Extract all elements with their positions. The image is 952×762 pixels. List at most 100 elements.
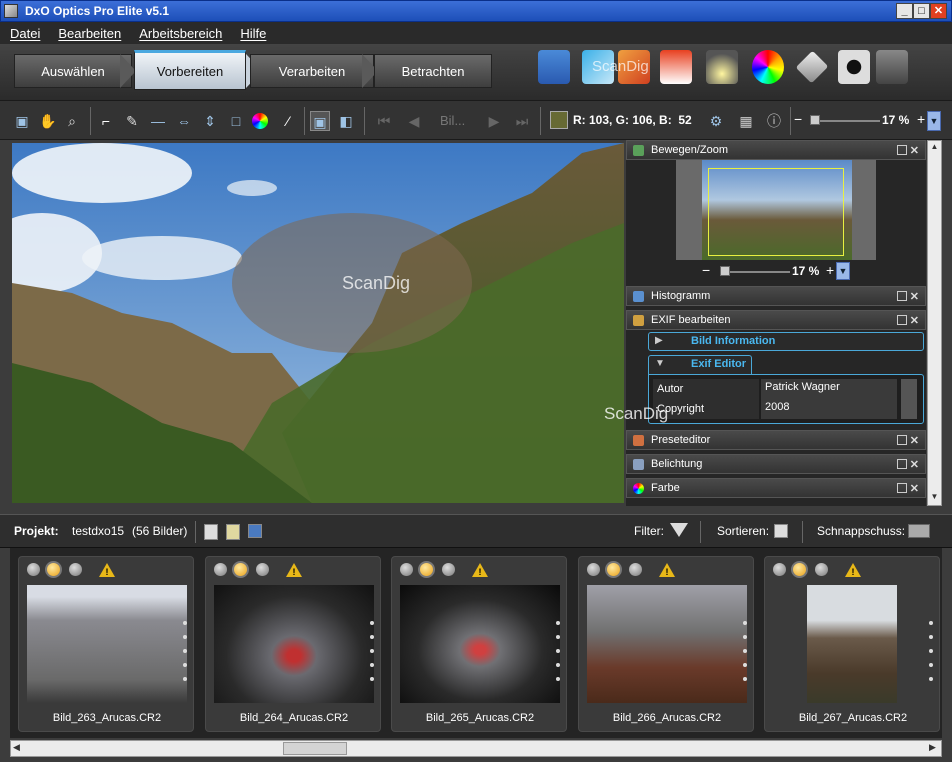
panel-zoom-slider[interactable] [720, 271, 790, 273]
settings-gear-icon[interactable]: ⚙ [706, 111, 726, 131]
selected-dot-icon[interactable] [418, 561, 435, 578]
thumbnail-card[interactable]: ! Bild_264_Arucas.CR2 [205, 556, 381, 732]
zoom-tool-icon[interactable]: ⌕ [62, 111, 82, 131]
undock-icon[interactable] [897, 291, 907, 301]
zoom-slider-handle[interactable] [810, 115, 820, 125]
thumbnail-card[interactable]: ! Bild_263_Arucas.CR2 [18, 556, 194, 732]
rating-dot-icon[interactable] [442, 563, 455, 576]
add-images-icon[interactable] [204, 524, 218, 540]
undock-icon[interactable] [897, 459, 907, 469]
zoom-slider[interactable] [810, 120, 880, 122]
close-panel-icon[interactable]: ✕ [910, 314, 919, 327]
exif-value-copyright[interactable]: 2008 [765, 401, 789, 413]
scroll-up-icon[interactable]: ▲ [929, 142, 940, 154]
exif-value-autor[interactable]: Patrick Wagner [765, 381, 840, 393]
rating-dot-icon[interactable] [27, 563, 40, 576]
move-zoom-header[interactable]: Bewegen/Zoom ✕ [626, 140, 926, 160]
compare-view-icon[interactable]: ◧ [336, 111, 356, 131]
rating-dot-icon[interactable] [587, 563, 600, 576]
light-icon[interactable] [706, 50, 738, 84]
selected-dot-icon[interactable] [45, 561, 62, 578]
last-image-icon[interactable]: ⏭ [512, 111, 532, 131]
undock-icon[interactable] [897, 435, 907, 445]
crop-icon[interactable]: ⌐ [96, 111, 116, 131]
close-panel-icon[interactable]: ✕ [910, 458, 919, 471]
next-image-icon[interactable]: ▶ [484, 111, 504, 131]
scroll-right-icon[interactable]: ▶ [929, 742, 936, 753]
eraser-icon[interactable]: ✎ [122, 111, 142, 131]
single-view-icon[interactable]: ▣ [310, 111, 330, 131]
rating-dot-icon[interactable] [773, 563, 786, 576]
thumbnail-card[interactable]: ! Bild_265_Arucas.CR2 [391, 556, 567, 732]
grid-icon[interactable]: ▦ [736, 111, 756, 131]
undock-icon[interactable] [897, 315, 907, 325]
edit-project-icon[interactable] [226, 524, 240, 540]
navigator-thumbnail[interactable] [702, 160, 852, 260]
sort-list-icon[interactable] [774, 524, 788, 538]
histogram-header[interactable]: Histogramm ✕ [626, 286, 926, 306]
import-icon[interactable] [538, 50, 570, 84]
zoom-dropdown-icon[interactable]: ▼ [927, 111, 941, 131]
first-image-icon[interactable]: ⏮ [374, 111, 394, 131]
exposure-header[interactable]: Belichtung ✕ [626, 454, 926, 474]
color-wheel-icon[interactable] [752, 50, 784, 84]
menu-hilfe[interactable]: Hilfe [240, 26, 266, 41]
undock-icon[interactable] [897, 145, 907, 155]
close-panel-icon[interactable]: ✕ [910, 144, 919, 157]
exif-header[interactable]: EXIF bearbeiten ✕ [626, 310, 926, 330]
thumbnail-card[interactable]: ! Bild_266_Arucas.CR2 [578, 556, 754, 732]
geometry-icon[interactable] [795, 50, 829, 84]
panel-scrollbar[interactable]: ▲ ▼ [927, 140, 942, 506]
close-panel-icon[interactable]: ✕ [910, 434, 919, 447]
save-process-icon[interactable] [660, 50, 692, 84]
selected-dot-icon[interactable] [232, 561, 249, 578]
rating-dot-icon[interactable] [629, 563, 642, 576]
minimize-button[interactable]: _ [896, 3, 913, 19]
selected-dot-icon[interactable] [791, 561, 808, 578]
panel-zoom-dropdown-icon[interactable]: ▼ [836, 262, 850, 280]
rating-dot-icon[interactable] [214, 563, 227, 576]
save-project-icon[interactable] [248, 524, 262, 538]
tab-vorbereiten[interactable]: Vorbereiten [134, 50, 246, 90]
vertical-perspective-icon[interactable]: ⇕ [200, 111, 220, 131]
section-bild-information[interactable]: ▶ Bild Information [648, 332, 924, 351]
horizon-icon[interactable]: — [148, 111, 168, 131]
zoom-out-button[interactable]: − [794, 111, 802, 127]
snapshot-icon[interactable] [908, 524, 930, 538]
previous-image-icon[interactable]: ◀ [404, 111, 424, 131]
maximize-button[interactable]: □ [913, 3, 930, 19]
close-panel-icon[interactable]: ✕ [910, 482, 919, 495]
info-icon[interactable]: ⓘ [764, 111, 784, 131]
menu-arbeitsbereich[interactable]: Arbeitsbereich [139, 26, 222, 41]
fit-to-screen-icon[interactable]: ▣ [12, 111, 32, 131]
view-eye-icon[interactable] [838, 50, 870, 84]
tab-auswaehlen[interactable]: Auswählen [14, 54, 132, 88]
undock-icon[interactable] [897, 483, 907, 493]
filter-funnel-icon[interactable] [670, 523, 688, 537]
rating-dot-icon[interactable] [69, 563, 82, 576]
eyedropper-icon[interactable]: ⁄ [278, 111, 298, 131]
tab-betrachten[interactable]: Betrachten [374, 54, 492, 88]
scroll-thumb[interactable] [283, 742, 347, 755]
filmstrip-scrollbar[interactable]: ◀ ▶ [10, 740, 942, 757]
navigator-viewport[interactable] [708, 168, 844, 256]
zoom-in-button[interactable]: + [917, 111, 925, 127]
rating-dot-icon[interactable] [815, 563, 828, 576]
color-picker-wheel-icon[interactable] [252, 113, 268, 129]
hand-tool-icon[interactable]: ✋ [38, 111, 58, 131]
menu-bearbeiten[interactable]: Bearbeiten [58, 26, 121, 41]
image-preview[interactable]: ScanDig [12, 143, 624, 503]
color-header[interactable]: Farbe ✕ [626, 478, 926, 498]
close-button[interactable]: ✕ [930, 3, 947, 19]
rating-dot-icon[interactable] [400, 563, 413, 576]
horizontal-perspective-icon[interactable]: ⇔ [174, 111, 194, 131]
preset-editor-header[interactable]: Preseteditor ✕ [626, 430, 926, 450]
exif-scrollbar[interactable] [901, 379, 917, 419]
selected-dot-icon[interactable] [605, 561, 622, 578]
section-exif-editor[interactable]: ▼ Exif Editor [648, 355, 752, 374]
panel-zoom-handle[interactable] [720, 266, 730, 276]
panel-zoom-in-button[interactable]: + [826, 262, 834, 278]
rectangle-perspective-icon[interactable]: □ [226, 111, 246, 131]
scroll-down-icon[interactable]: ▼ [929, 492, 940, 504]
rating-dot-icon[interactable] [256, 563, 269, 576]
